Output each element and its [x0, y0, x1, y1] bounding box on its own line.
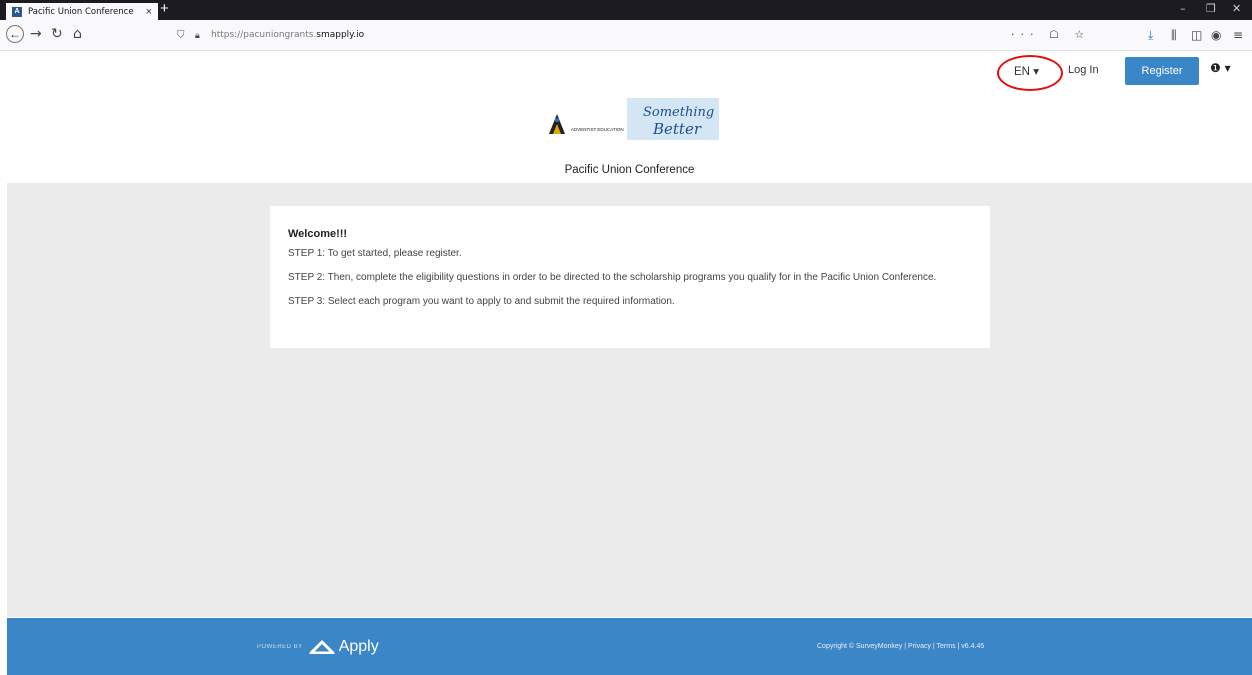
browser-tab-bar: A Pacific Union Conference × + – ❐ ✕ [0, 0, 1252, 20]
tracking-shield-icon[interactable]: ⛉ [177, 30, 189, 41]
site-favicon-icon: A [12, 6, 22, 17]
step-1-text: STEP 1: To get started, please register. [288, 248, 462, 259]
language-selector[interactable]: EN ▾ [1014, 64, 1039, 78]
library-icon[interactable]: ⫼ [1171, 28, 1177, 43]
caret-down-icon: ▾ [1033, 66, 1039, 78]
lock-icon[interactable]: 🔒︎ [195, 30, 205, 41]
minimize-icon[interactable]: – [1180, 2, 1186, 15]
logo-text-script: Something [643, 105, 714, 120]
sidebar-icon[interactable]: ◫ [1191, 28, 1202, 42]
powered-by-label: POWERED BY [257, 644, 303, 650]
apply-brand: Apply [338, 638, 379, 655]
help-menu-icon[interactable]: ❶ ▾ [1210, 61, 1231, 75]
url-prefix: https://pacuniongrants. [211, 30, 317, 40]
forward-icon[interactable]: → [30, 24, 42, 44]
page-actions-icons[interactable]: ··· ☖ ☆ [1011, 28, 1090, 41]
restore-icon[interactable]: ❐ [1206, 2, 1216, 15]
reload-icon[interactable]: ↻ [51, 24, 63, 44]
close-tab-icon[interactable]: × [146, 6, 152, 18]
apply-logo-icon [309, 640, 335, 654]
browser-nav-bar: ← → ↻ ⌂ ⛉ 🔒︎ https://pacuniongrants. smap… [0, 20, 1252, 51]
powered-by-badge[interactable]: POWERED BY Apply [257, 638, 379, 656]
step-2-text: STEP 2: Then, complete the eligibility q… [288, 272, 937, 283]
account-icon[interactable]: ◉ [1211, 28, 1221, 42]
menu-icon[interactable]: ≡ [1233, 28, 1243, 42]
copyright-text[interactable]: Copyright © SurveyMonkey | Privacy | Ter… [817, 643, 984, 650]
step-3-text: STEP 3: Select each program you want to … [288, 296, 675, 307]
home-icon[interactable]: ⌂ [73, 24, 82, 44]
organization-title: Pacific Union Conference [564, 164, 695, 176]
window-close-icon[interactable]: ✕ [1232, 2, 1241, 15]
svg-text:Better: Better [652, 120, 702, 138]
site-header: EN ▾ Log In Register ❶ ▾ ADVENTIST EDUCA… [7, 52, 1252, 183]
tab-title: Pacific Union Conference [28, 6, 134, 17]
site-footer: POWERED BY Apply Copyright © SurveyMonke… [7, 618, 1252, 675]
download-icon[interactable]: ⤓ [1148, 28, 1153, 43]
back-icon[interactable]: ← [6, 25, 24, 43]
register-button[interactable]: Register [1125, 57, 1199, 85]
url-host: smapply.io [316, 30, 365, 40]
browser-tab[interactable]: A Pacific Union Conference × [6, 3, 158, 20]
logo-text-main: ADVENTIST EDUCATION [571, 127, 624, 132]
new-tab-button[interactable]: + [160, 1, 169, 17]
address-bar[interactable]: ⛉ 🔒︎ https://pacuniongrants. smapply.io [171, 24, 1067, 46]
web-page: EN ▾ Log In Register ❶ ▾ ADVENTIST EDUCA… [7, 52, 1252, 675]
language-label: EN [1014, 66, 1030, 78]
login-link[interactable]: Log In [1068, 64, 1099, 76]
welcome-heading: Welcome!!! [288, 228, 348, 240]
site-logo: ADVENTIST EDUCATION Something Better [549, 98, 719, 140]
welcome-card: Welcome!!! STEP 1: To get started, pleas… [270, 206, 990, 348]
content-area: Welcome!!! STEP 1: To get started, pleas… [7, 183, 1252, 617]
